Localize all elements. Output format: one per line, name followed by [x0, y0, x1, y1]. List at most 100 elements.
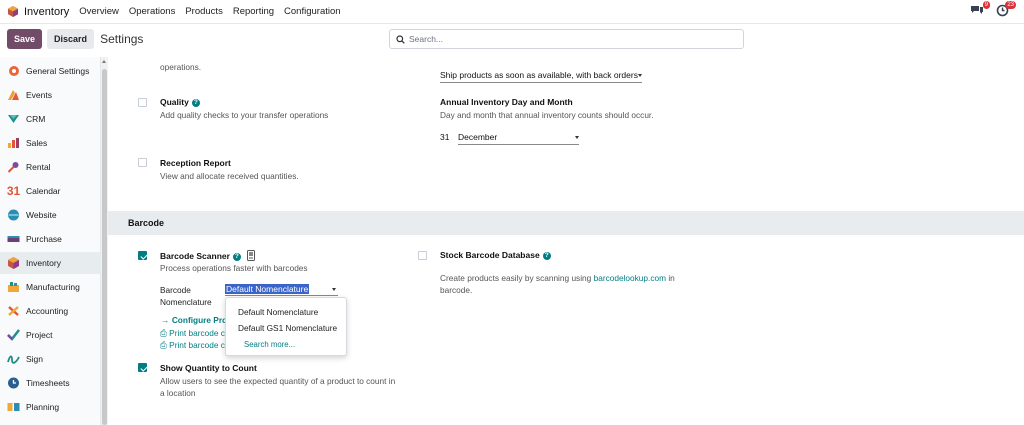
search-box[interactable] — [389, 29, 744, 49]
save-button[interactable]: Save — [7, 29, 43, 49]
website-icon — [7, 209, 20, 221]
show-quantity-desc-line-2: a location — [160, 388, 196, 398]
timesheets-icon — [7, 377, 20, 389]
barcode-scanner-title: Barcode Scanner? — [160, 250, 256, 261]
stock-barcode-db-checkbox[interactable] — [418, 251, 427, 260]
barcode-section-header: Barcode — [108, 211, 1024, 235]
sidebar-item-timesheets[interactable]: Timesheets — [0, 372, 101, 394]
settings-sidebar: General Settings Events CRM Sales Rental… — [0, 57, 101, 425]
print-barcode-link-2[interactable]: ⎙ Print barcode c — [160, 340, 225, 351]
quality-description: Add quality checks to your transfer oper… — [160, 110, 329, 120]
crm-icon — [7, 113, 20, 125]
top-navbar: Inventory Overview Operations Products R… — [0, 0, 1024, 24]
app-name[interactable]: Inventory — [24, 6, 69, 18]
sales-icon — [7, 137, 20, 149]
chevron-down-icon — [638, 73, 642, 77]
annual-inventory-title: Annual Inventory Day and Month — [440, 97, 573, 107]
print-icon: ⎙ — [160, 328, 167, 338]
stock-db-desc-line-2: barcode. — [440, 285, 473, 295]
chevron-down-icon — [332, 287, 336, 291]
sidebar-item-sales[interactable]: Sales — [0, 132, 101, 154]
scroll-up-icon[interactable] — [102, 60, 106, 63]
nav-products[interactable]: Products — [185, 6, 223, 17]
search-input[interactable] — [409, 34, 729, 44]
nomenclature-label: Barcode Nomenclature — [160, 284, 212, 308]
quality-checkbox[interactable] — [138, 98, 147, 107]
discard-button[interactable]: Discard — [47, 29, 95, 49]
inventory-app-icon[interactable] — [8, 6, 18, 17]
sidebar-item-label: Calendar — [26, 186, 61, 196]
help-icon[interactable]: ? — [232, 253, 241, 261]
configure-link-label: Configure Pro — [171, 315, 228, 325]
sidebar-item-label: Purchase — [26, 234, 62, 244]
sidebar-item-label: Sign — [26, 354, 44, 364]
annual-day-field[interactable]: 31 — [440, 132, 449, 142]
sidebar-item-manufacturing[interactable]: Manufacturing — [0, 276, 101, 298]
nomenclature-select[interactable]: Default Nomenclature — [225, 284, 338, 296]
sidebar-item-project[interactable]: Project — [0, 324, 101, 346]
chat-button[interactable]: 9 — [970, 1, 990, 18]
configure-products-link[interactable]: → Configure Pro — [161, 315, 227, 325]
accounting-icon — [7, 305, 20, 317]
sidebar-item-purchase[interactable]: Purchase — [0, 228, 101, 250]
manufacturing-icon — [7, 281, 20, 293]
barcode-scanner-checkbox[interactable] — [138, 251, 147, 260]
dropdown-option-gs1[interactable]: Default GS1 Nomenclature — [238, 323, 337, 333]
nav-configuration[interactable]: Configuration — [284, 6, 341, 17]
sidebar-item-label: General Settings — [26, 66, 90, 76]
sidebar-item-website[interactable]: Website — [0, 204, 101, 226]
sidebar-item-planning[interactable]: Planning — [0, 396, 101, 418]
barcode-scanner-label: Barcode Scanner — [160, 251, 230, 261]
chat-badge: 9 — [982, 1, 990, 9]
purchase-icon — [7, 233, 20, 245]
stock-barcode-db-label: Stock Barcode Database — [440, 250, 540, 260]
inventory-icon — [7, 257, 20, 269]
operations-tail-text: operations. — [160, 62, 202, 72]
nav-operations[interactable]: Operations — [129, 6, 175, 17]
show-quantity-checkbox[interactable] — [138, 363, 147, 372]
annual-month-value: December — [458, 132, 498, 142]
sidebar-item-label: Planning — [26, 402, 60, 412]
gear-icon — [7, 65, 20, 77]
scroll-thumb[interactable] — [102, 69, 107, 425]
chat-icon — [971, 6, 983, 14]
print-barcode-link-1[interactable]: ⎙ Print barcode c — [160, 328, 225, 339]
sidebar-item-inventory[interactable]: Inventory — [0, 252, 101, 274]
sidebar-item-events[interactable]: Events — [0, 84, 101, 106]
help-icon[interactable]: ? — [542, 252, 551, 260]
nomenclature-dropdown: Default Nomenclature Default GS1 Nomencl… — [225, 297, 347, 356]
barcode-scanner-description: Process operations faster with barcodes — [160, 263, 308, 273]
calendar-icon: 31 — [6, 184, 21, 198]
shipping-policy-value: Ship products as soon as available, with… — [440, 70, 638, 80]
print-icon: ⎙ — [160, 340, 167, 350]
reception-report-description: View and allocate received quantities. — [160, 171, 299, 181]
sidebar-scrollbar[interactable] — [101, 57, 108, 425]
nav-overview[interactable]: Overview — [79, 6, 119, 17]
dropdown-search-more[interactable]: Search more... — [244, 340, 295, 349]
project-icon — [7, 329, 20, 341]
nomenclature-label-line-2: Nomenclature — [160, 297, 212, 307]
sidebar-item-crm[interactable]: CRM — [0, 108, 101, 130]
dropdown-option-default[interactable]: Default Nomenclature — [238, 307, 318, 317]
barcodelookup-link[interactable]: barcodelookup.com — [594, 273, 666, 283]
reception-report-checkbox[interactable] — [138, 158, 147, 167]
sidebar-item-accounting[interactable]: Accounting — [0, 300, 101, 322]
key-icon — [7, 161, 20, 173]
events-icon — [7, 89, 20, 101]
sidebar-item-rental[interactable]: Rental — [0, 156, 101, 178]
shipping-policy-select[interactable]: Ship products as soon as available, with… — [440, 70, 642, 83]
sidebar-item-general-settings[interactable]: General Settings — [0, 60, 101, 82]
annual-month-select[interactable]: December — [458, 132, 579, 145]
planning-icon — [7, 401, 20, 413]
reception-report-title: Reception Report — [160, 158, 231, 168]
sidebar-item-sign[interactable]: Sign — [0, 348, 101, 370]
activity-button[interactable]: 23 — [996, 1, 1016, 18]
help-icon[interactable]: ? — [191, 99, 200, 107]
nomenclature-value: Default Nomenclature — [225, 284, 310, 294]
sidebar-item-label: CRM — [26, 114, 46, 124]
print-link-label: Print barcode c — [169, 328, 225, 338]
sidebar-item-label: Events — [26, 90, 52, 100]
sidebar-item-calendar[interactable]: 31 Calendar — [0, 180, 101, 202]
stock-barcode-db-title: Stock Barcode Database? — [440, 250, 551, 260]
nav-reporting[interactable]: Reporting — [233, 6, 274, 17]
